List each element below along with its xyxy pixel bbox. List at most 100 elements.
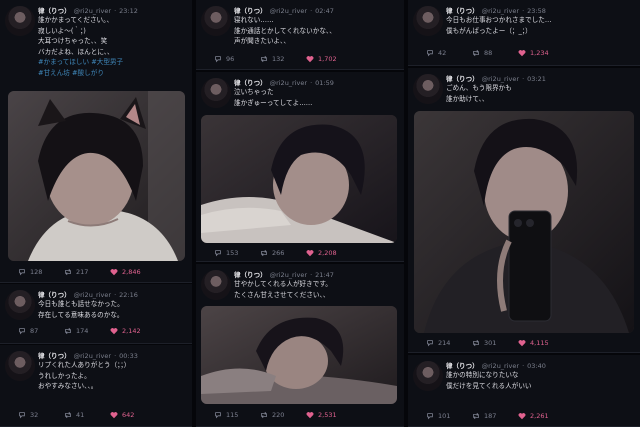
tweet-header: 律（りつ） @ri2u_river · 00:33 [38,350,138,360]
handle[interactable]: @ri2u_river [74,291,111,299]
tweet-card[interactable]: 律（りつ） @ri2u_river · 02:47 寝れない…… 誰か通話とかしてくれ… [196,0,404,70]
retweet-button[interactable]: 174 [64,326,110,336]
timestamp[interactable]: 22:16 [119,291,138,299]
retweet-button[interactable]: 217 [64,267,110,277]
hashtag[interactable]: #かまってほしい [38,58,89,66]
timestamp[interactable]: 00:33 [119,352,138,360]
like-button[interactable]: 642 [110,410,156,420]
timestamp[interactable]: 23:58 [527,7,546,15]
reply-icon [215,412,221,419]
retweet-button[interactable]: 132 [260,54,306,64]
heart-icon [518,413,526,420]
like-button[interactable]: 2,531 [306,410,352,420]
like-button[interactable]: 4,115 [518,338,564,348]
tweet-text: ごめん、もう限界かも 誰か助けて、、 [446,83,636,104]
hashtag[interactable]: #大型男子 [91,58,123,66]
reply-count: 101 [438,412,451,420]
heart-icon [518,50,526,57]
handle[interactable]: @ri2u_river [270,79,307,87]
handle[interactable]: @ri2u_river [270,7,307,15]
handle[interactable]: @ri2u_river [482,7,519,15]
like-count: 2,142 [122,327,141,335]
retweet-icon [473,412,479,420]
reply-button[interactable]: 214 [426,338,472,348]
retweet-button[interactable]: 187 [472,411,518,421]
reply-button[interactable]: 42 [426,48,472,58]
avatar[interactable] [5,290,35,320]
like-button[interactable]: 2,142 [110,326,156,336]
timestamp[interactable]: 03:40 [527,362,546,370]
retweet-button[interactable]: 266 [260,248,306,258]
tweet-photo[interactable] [414,111,634,333]
like-button[interactable]: 2,208 [306,248,352,258]
handle[interactable]: @ri2u_river [74,352,111,360]
avatar[interactable] [413,361,443,391]
display-name[interactable]: 律（りつ） [446,75,479,83]
timestamp[interactable]: 02:47 [315,7,334,15]
reply-button[interactable]: 115 [214,410,260,420]
retweet-button[interactable]: 220 [260,410,306,420]
avatar[interactable] [201,270,231,300]
timestamp[interactable]: 01:59 [315,79,334,87]
reply-button[interactable]: 87 [18,326,64,336]
handle[interactable]: @ri2u_river [270,271,307,279]
tweet-photo[interactable] [201,115,397,243]
avatar[interactable] [5,6,35,36]
timestamp[interactable]: 23:12 [119,7,138,15]
retweet-button[interactable]: 301 [472,338,518,348]
like-button[interactable]: 2,846 [110,267,156,277]
reply-icon [19,269,25,276]
display-name[interactable]: 律（りつ） [38,291,71,299]
retweet-button[interactable]: 41 [64,410,110,420]
display-name[interactable]: 律（りつ） [38,7,71,15]
timestamp[interactable]: 03:21 [527,75,546,83]
tweet-card[interactable]: 律（りつ） @ri2u_river · 22:16 今日も誰とも話せなかった。 存在し… [0,284,192,344]
hashtag-row: #かまってほしい #大型男子 [38,57,188,68]
retweet-count: 220 [272,411,285,419]
handle[interactable]: @ri2u_river [482,362,519,370]
avatar[interactable] [5,351,35,381]
display-name[interactable]: 律（りつ） [234,7,267,15]
reply-count: 96 [226,55,235,63]
like-button[interactable]: 2,261 [518,411,564,421]
hashtag[interactable]: #酸しがり [72,69,104,77]
display-name[interactable]: 律（りつ） [38,352,71,360]
like-button[interactable]: 1,234 [518,48,564,58]
retweet-count: 41 [76,411,85,419]
reply-button[interactable]: 96 [214,54,260,64]
tweet-line: 誰かかまってください。、 [38,16,114,24]
tweet-photo[interactable] [201,306,397,404]
avatar[interactable] [413,6,443,36]
tweet-line: たくさん甘えさせてください、、 [234,290,330,299]
hashtag[interactable]: #甘えん坊 [38,69,70,77]
handle[interactable]: @ri2u_river [74,7,111,15]
retweet-icon [261,249,267,257]
avatar[interactable] [201,78,231,108]
tweet-card[interactable]: 律（りつ） @ri2u_river · 03:40 誰かの特別になりたいな 僕だけを見… [408,355,640,427]
tweet-card[interactable]: 律（りつ） @ri2u_river · 21:47 甘やかしてくれる人が好きです。 た… [196,264,404,427]
tweet-card[interactable]: 律（りつ） @ri2u_river · 01:59 泣いちゃった 誰かぎゅーってしてよ… [196,72,404,262]
tweet-header: 律（りつ） @ri2u_river · 22:16 [38,289,138,299]
dot-separator: · [114,7,117,15]
avatar[interactable] [413,74,443,104]
reply-button[interactable]: 153 [214,248,260,258]
handle[interactable]: @ri2u_river [482,75,519,83]
retweet-button[interactable]: 88 [472,48,518,58]
timestamp[interactable]: 21:47 [315,271,334,279]
display-name[interactable]: 律（りつ） [446,7,479,15]
tweet-photo[interactable] [8,91,185,261]
reply-button[interactable]: 128 [18,267,64,277]
tweet-card[interactable]: 律（りつ） @ri2u_river · 23:12 誰かかまってください。、 寂しいよ… [0,0,192,283]
action-bar: 42 88 1,234 [426,48,634,58]
reply-button[interactable]: 32 [18,410,64,420]
display-name[interactable]: 律（りつ） [234,79,267,87]
action-bar: 32 41 642 [18,410,186,420]
avatar[interactable] [201,6,231,36]
tweet-card[interactable]: 律（りつ） @ri2u_river · 23:58 今日もお仕事おつかれさまでした… … [408,0,640,66]
tweet-card[interactable]: 律（りつ） @ri2u_river · 03:21 ごめん、もう限界かも 誰か助けて、… [408,68,640,353]
display-name[interactable]: 律（りつ） [446,362,479,370]
reply-button[interactable]: 101 [426,411,472,421]
like-button[interactable]: 1,702 [306,54,352,64]
tweet-card[interactable]: 律（りつ） @ri2u_river · 00:33 リプくれた人ありがとう（；；） う… [0,345,192,427]
display-name[interactable]: 律（りつ） [234,271,267,279]
